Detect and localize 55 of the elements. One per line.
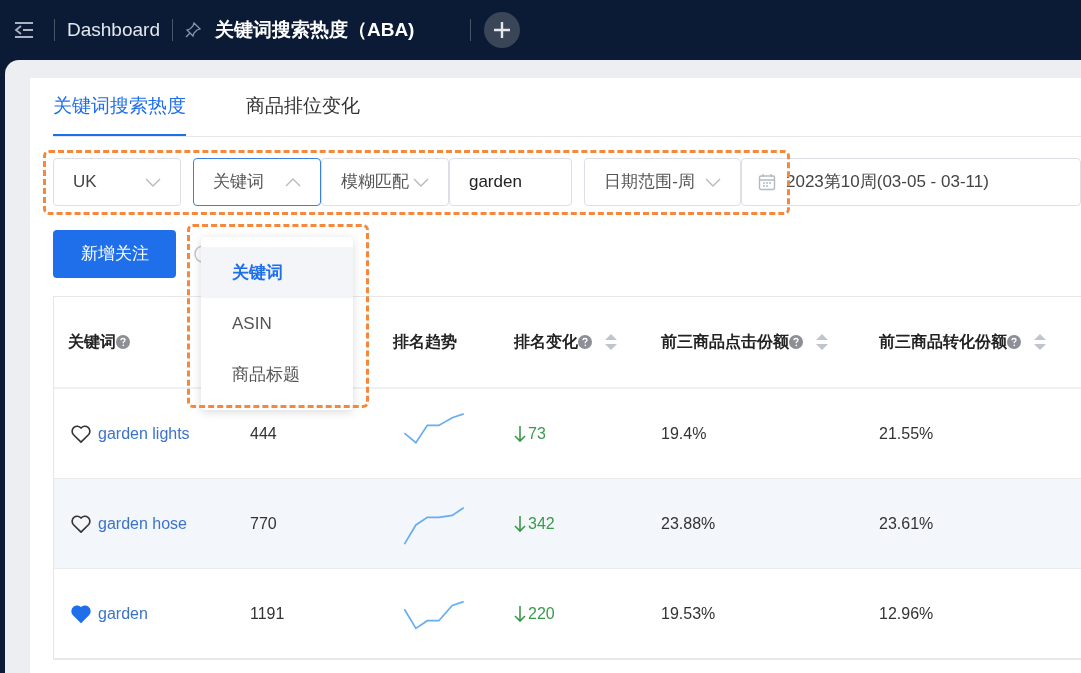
sort-icon[interactable] — [1033, 331, 1047, 353]
collapse-menu-icon[interactable] — [14, 21, 34, 39]
down-arrow-icon — [514, 424, 526, 443]
market-select[interactable]: UK — [53, 158, 181, 206]
column-header: 前三商品转化份额 — [879, 332, 1007, 352]
chevron-down-icon — [145, 177, 161, 187]
active-page-tab[interactable]: 关键词搜索热度（ABA) — [214, 15, 415, 45]
chevron-down-icon — [412, 177, 429, 187]
table-cell-text: 23.61% — [879, 513, 935, 534]
sort-icon[interactable] — [604, 331, 618, 353]
table-cell-text: 12.96% — [879, 603, 935, 624]
match-type-select[interactable]: 模糊匹配 — [320, 158, 449, 206]
table-cell-text: 73 — [528, 423, 546, 444]
column-header: 前三商品点击份额 — [661, 332, 789, 352]
dropdown-option[interactable]: 关键词 — [201, 247, 353, 298]
pin-icon[interactable] — [184, 22, 201, 38]
keyword-link[interactable]: garden — [98, 601, 148, 626]
column-header: 关键词 — [68, 332, 116, 352]
table-cell-text: 220 — [528, 603, 555, 624]
plus-icon — [493, 21, 512, 39]
heart-icon[interactable] — [70, 423, 92, 444]
down-arrow-icon — [514, 514, 526, 533]
keyword-input[interactable]: garden — [448, 158, 573, 206]
dashboard-tab[interactable]: Dashboard — [67, 15, 160, 45]
help-icon[interactable] — [789, 335, 803, 349]
date-range-type-select[interactable]: 日期范围-周 — [584, 158, 741, 206]
down-arrow-icon — [514, 604, 526, 623]
table-cell-text: 19.53% — [661, 603, 717, 624]
sort-icon[interactable] — [815, 331, 829, 353]
column-header: 排名变化 — [514, 332, 578, 352]
table-cell-text: 342 — [528, 513, 555, 534]
add-tab-button[interactable] — [484, 12, 521, 48]
page-tab[interactable]: 商品排位变化 — [246, 91, 360, 136]
add-follow-button[interactable]: 新增关注 — [53, 230, 176, 278]
table-cell-text: 23.88% — [661, 513, 717, 534]
table-cell-text: 444 — [250, 423, 278, 444]
table-cell-text: 21.55% — [879, 423, 935, 444]
help-icon[interactable] — [116, 335, 130, 349]
column-header: 排名趋势 — [393, 332, 457, 352]
search-type-select[interactable]: 关键词 — [193, 158, 321, 206]
dropdown-option[interactable]: 商品标题 — [201, 349, 353, 400]
table-row[interactable]: garden hose 770 342 23.88% 23.61% — [54, 479, 1081, 569]
table-cell-text: 1191 — [250, 603, 286, 624]
keyword-link[interactable]: garden hose — [98, 511, 187, 536]
table-cell-text: 770 — [250, 513, 278, 534]
table-cell-text: 19.4% — [661, 423, 708, 444]
heart-icon[interactable] — [70, 513, 92, 534]
dropdown-option[interactable]: ASIN — [201, 298, 353, 349]
chevron-up-icon — [284, 177, 301, 187]
help-icon[interactable] — [1007, 335, 1021, 349]
chevron-down-icon — [705, 177, 721, 187]
page-tab[interactable]: 关键词搜索热度 — [53, 91, 186, 136]
help-icon[interactable] — [578, 335, 592, 349]
keyword-link[interactable]: garden lights — [98, 421, 190, 446]
calendar-icon — [758, 173, 776, 191]
